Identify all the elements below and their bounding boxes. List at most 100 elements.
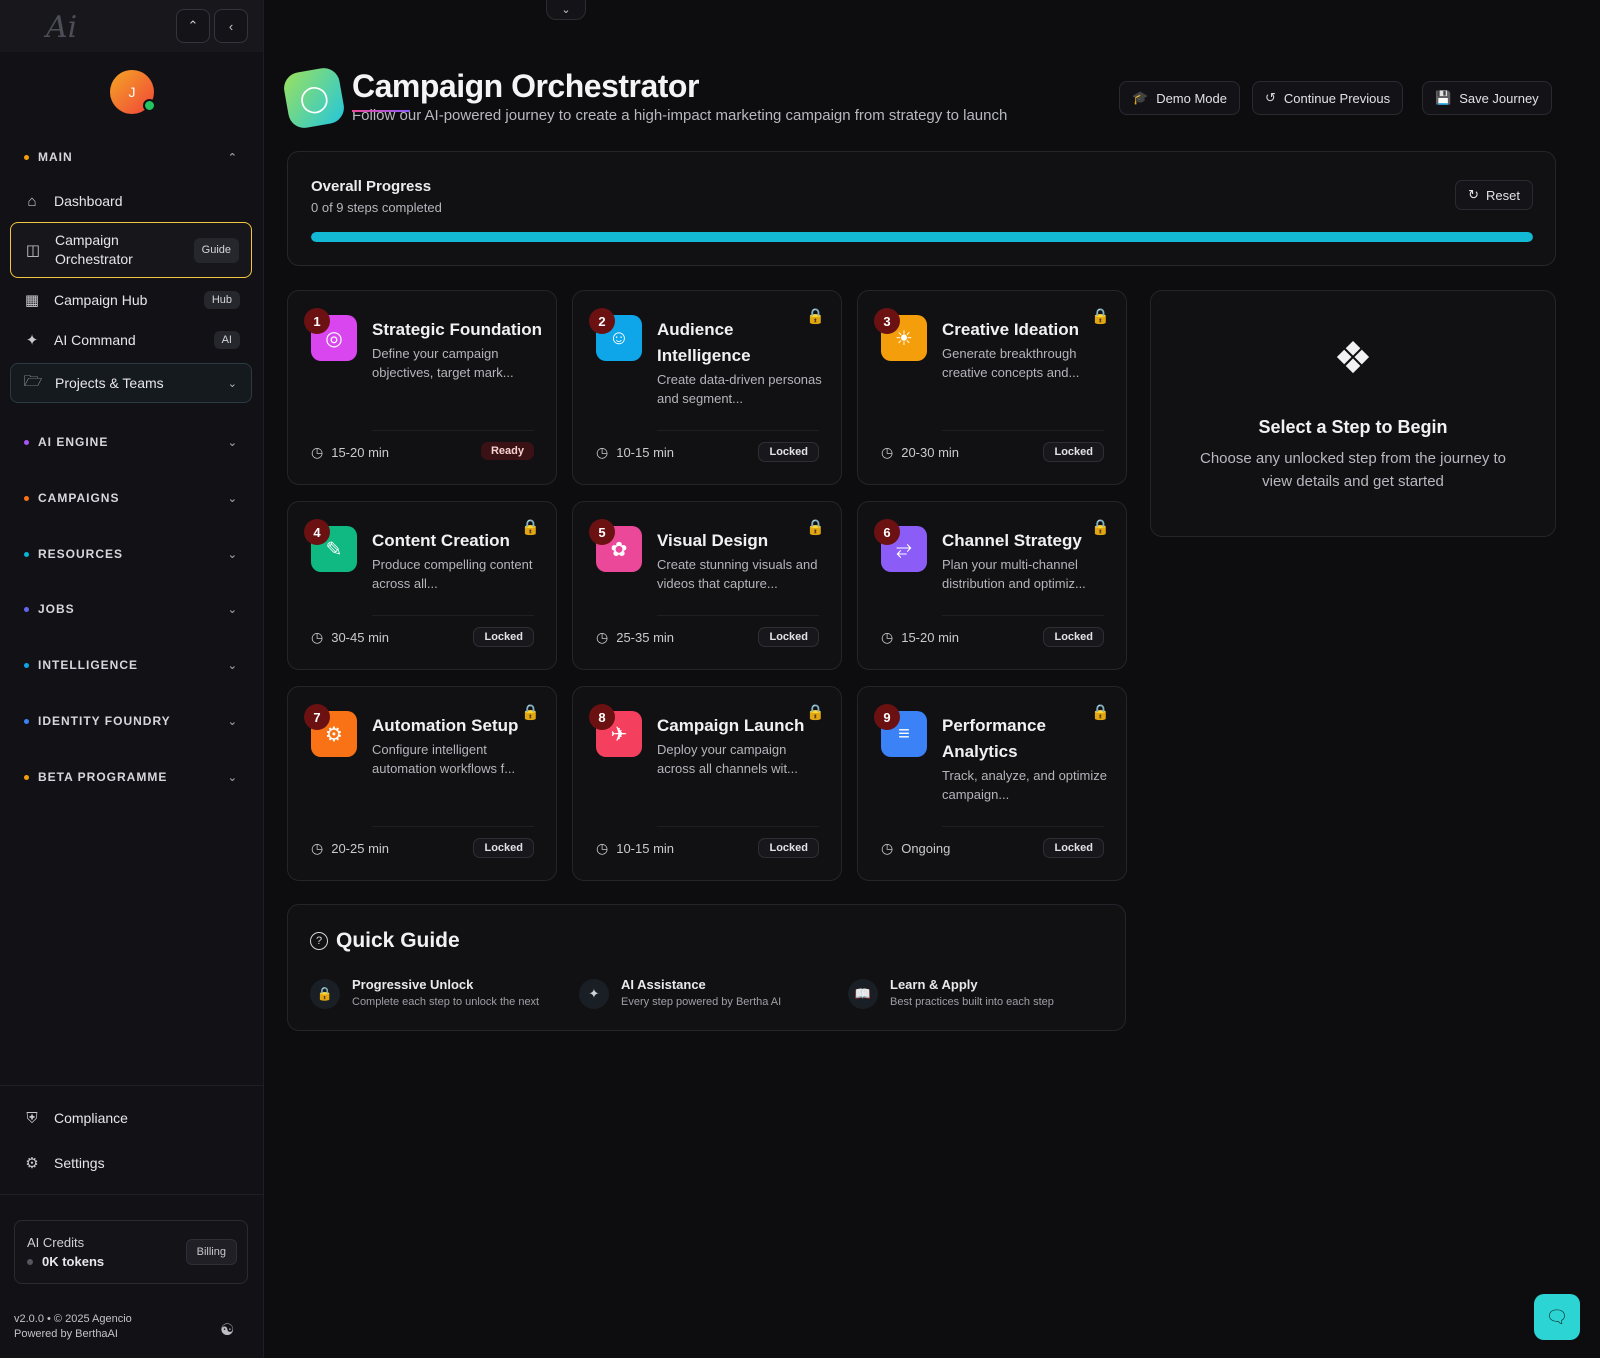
step-duration: ◷ 20-25 min [311, 840, 389, 857]
step-status-badge: Locked [473, 838, 534, 858]
label-line-2: Orchestrator [55, 251, 133, 267]
collapse-up-icon[interactable]: ⌃ [176, 9, 210, 43]
duration-text: 20-30 min [901, 445, 960, 460]
step-card[interactable]: 6 ⥂ Channel Strategy Plan your multi-channe… [857, 501, 1127, 670]
step-duration: ◷ 25-35 min [596, 629, 674, 646]
step-card[interactable]: 4 ✎ Content Creation Produce compelling con… [287, 501, 557, 670]
sidebar-item-projects-teams[interactable]: 🗁 Projects & Teams ⌄ [10, 363, 252, 403]
sidebar-item-settings[interactable]: ⚙ Settings [10, 1145, 252, 1181]
step-divider [657, 826, 819, 827]
section-main[interactable]: MAIN ⌃ [12, 142, 250, 172]
step-duration: ◷ Ongoing [881, 840, 950, 857]
help-network-icon[interactable]: ☯ [220, 1320, 234, 1340]
section-dot [24, 439, 29, 445]
sidebar-item-dashboard[interactable]: ⌂ Dashboard [10, 183, 252, 219]
sparkle-icon: ✦ [25, 332, 39, 349]
demo-mode-button[interactable]: 🎓 Demo Mode [1119, 81, 1240, 115]
chevron-down-icon: ⌄ [227, 603, 238, 616]
step-card[interactable]: 7 ⚙ Automation Setup Configure intelligent … [287, 686, 557, 881]
section-label: BETA PROGRAMME [38, 770, 168, 784]
section-label: MAIN [38, 150, 73, 164]
step-card[interactable]: 1 ◎ Strategic Foundation Define your campai… [287, 290, 557, 485]
sidebar-item-label: AI Command [54, 332, 136, 348]
step-description: Generate breakthrough creative concepts … [942, 346, 1080, 380]
step-number-badge: 8 [589, 704, 615, 730]
sidebar-item-label: Settings [54, 1155, 105, 1171]
step-number-badge: 9 [874, 704, 900, 730]
section-campaigns[interactable]: CAMPAIGNS ⌄ [12, 483, 250, 513]
step-title: Performance Analytics [942, 716, 1046, 761]
collapse-sidebar-icon[interactable]: ‹ [214, 9, 248, 43]
progress-title: Overall Progress [311, 178, 432, 195]
step-number-badge: 4 [304, 519, 330, 545]
ai-badge: AI [213, 331, 240, 349]
save-icon: 💾 [1435, 90, 1452, 105]
sidebar-item-campaign-orchestrator[interactable]: ◫ Campaign Orchestrator Guide [10, 222, 252, 278]
app-logo[interactable]: Ai [46, 10, 77, 45]
step-status-badge: Locked [758, 838, 819, 858]
clock-icon: ◷ [596, 444, 609, 460]
chat-icon[interactable]: 🗨 [1534, 1294, 1580, 1340]
step-divider [372, 615, 534, 616]
home-icon: ⌂ [27, 192, 37, 210]
save-journey-button[interactable]: 💾 Save Journey [1422, 81, 1552, 115]
duration-text: 15-20 min [901, 630, 960, 645]
reset-button[interactable]: ↻ Reset [1455, 180, 1533, 210]
duration-text: Ongoing [901, 841, 951, 856]
chevron-down-icon[interactable]: ⌄ [546, 0, 586, 20]
sidebar-item-label: Projects & Teams [55, 375, 164, 391]
progress-bar [311, 232, 1533, 242]
step-description: Track, analyze, and optimize campaign... [942, 768, 1107, 802]
sidebar-item-compliance[interactable]: ⛨ Compliance [10, 1100, 252, 1136]
guide-item-sub: Complete each step to unlock the next [352, 996, 540, 1008]
guide-item-sub: Best practices built into each step [890, 996, 1054, 1008]
section-resources[interactable]: RESOURCES ⌄ [12, 539, 250, 569]
sidebar-item-campaign-hub[interactable]: ▦ Campaign Hub Hub [10, 282, 252, 318]
guide-item-sub: Every step powered by Bertha AI [621, 996, 782, 1008]
avatar[interactable]: J [110, 70, 156, 114]
sparkle-icon: ✦ [579, 979, 609, 1009]
progress-bar-fill [311, 232, 1533, 242]
section-label: CAMPAIGNS [38, 491, 120, 505]
step-card[interactable]: 2 ☺ Audience Intelligence Create data-drive… [572, 290, 842, 485]
step-card[interactable]: 8 ✈ Campaign Launch Deploy your campaign ac… [572, 686, 842, 881]
step-card[interactable]: 3 ☀ Creative Ideation Generate breakthrough… [857, 290, 1127, 485]
page-title: Campaign Orchestrator [352, 68, 699, 104]
duration-text: 10-15 min [616, 445, 675, 460]
billing-button[interactable]: Billing [185, 1239, 237, 1265]
section-dot [24, 495, 29, 501]
chevron-down-icon: ⌄ [227, 436, 238, 449]
step-status-badge: Locked [473, 627, 534, 647]
step-card[interactable]: 5 ✿ Visual Design Create stunning visuals a… [572, 501, 842, 670]
sidebar-item-ai-command[interactable]: ✦ AI Command AI [10, 322, 252, 358]
section-ai-engine[interactable]: AI ENGINE ⌄ [12, 427, 250, 457]
step-number-badge: 2 [589, 308, 615, 334]
help-circle-icon: ? [310, 932, 328, 950]
step-duration: ◷ 15-20 min [311, 444, 389, 461]
chevron-up-icon: ⌃ [227, 151, 238, 164]
section-dot [24, 551, 29, 557]
page-subtitle: Follow our AI-powered journey to create … [352, 107, 1008, 124]
step-description: Produce compelling content across all... [372, 557, 533, 591]
overall-progress-card: Overall Progress 0 of 9 steps completed … [287, 151, 1556, 266]
clock-icon: ◷ [881, 629, 894, 645]
orchestrator-logo-icon: ◯ [281, 65, 347, 131]
guide-item-title: Progressive Unlock [352, 977, 474, 992]
select-step-panel: ❖ Select a Step to Begin Choose any unlo… [1150, 290, 1556, 537]
lock-icon: 🔒 [806, 704, 825, 721]
section-intelligence[interactable]: INTELLIGENCE ⌄ [12, 650, 250, 680]
section-beta-programme[interactable]: BETA PROGRAMME ⌄ [12, 762, 250, 792]
step-card[interactable]: 9 ≡ Performance Analytics Track, analyze, a… [857, 686, 1127, 881]
section-dot [24, 718, 29, 724]
button-label: Save Journey [1459, 90, 1539, 106]
map-icon: ◫ [25, 241, 41, 259]
guide-badge: Guide [193, 237, 239, 263]
section-jobs[interactable]: JOBS ⌄ [12, 594, 250, 624]
lock-icon: 🔒 [806, 308, 825, 325]
continue-previous-button[interactable]: ↺ Continue Previous [1252, 81, 1404, 115]
step-number-badge: 7 [304, 704, 330, 730]
step-divider [372, 430, 534, 431]
clock-icon: ◷ [881, 840, 894, 856]
section-identity-foundry[interactable]: IDENTITY FOUNDRY ⌄ [12, 706, 250, 736]
step-title: Creative Ideation [942, 320, 1079, 339]
